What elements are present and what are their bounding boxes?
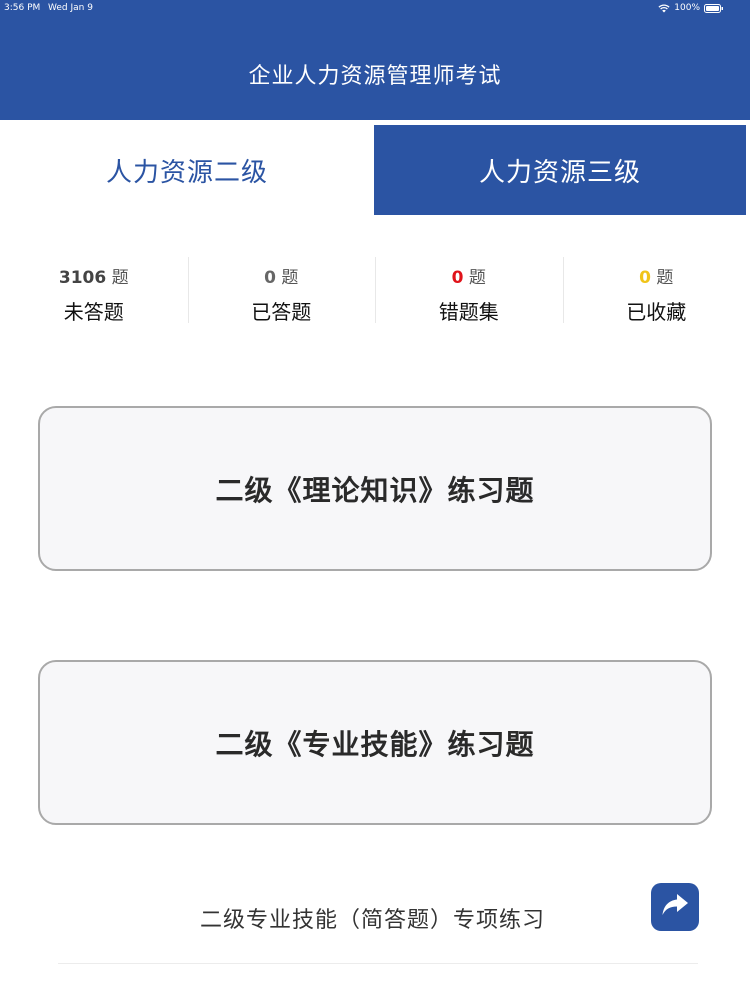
- stat-unit: 题: [468, 268, 486, 288]
- stat-count-line: 0 题: [375, 263, 563, 288]
- stat-label: 已收藏: [626, 300, 687, 324]
- special-practice-label: 二级专业技能（简答题）专项练习: [200, 908, 546, 933]
- page-title: 企业人力资源管理师考试: [248, 64, 502, 89]
- share-button[interactable]: [651, 883, 699, 931]
- share-arrow-icon: [660, 892, 690, 922]
- battery-icon: [704, 3, 724, 13]
- stat-label: 未答题: [63, 300, 124, 324]
- battery-percent: 100%: [674, 3, 700, 13]
- status-time: 3:56 PM: [4, 3, 41, 13]
- stat-unanswered[interactable]: 3106 题 未答题: [0, 255, 188, 325]
- stat-count: 3106: [58, 268, 107, 288]
- stat-unit: 题: [656, 268, 674, 288]
- stat-count-line: 0 题: [563, 263, 750, 288]
- stat-count-line: 3106 题: [0, 263, 188, 288]
- special-practice-item[interactable]: 二级专业技能（简答题）专项练习: [58, 880, 699, 964]
- status-date: Wed Jan 9: [48, 3, 93, 13]
- stat-count: 0: [264, 268, 276, 288]
- app-screen: 3:56 PM Wed Jan 9 100% 企业人力资源管理师考试 人力资源二…: [0, 0, 750, 1000]
- stat-count-line: 0 题: [188, 263, 376, 288]
- stats-row: 3106 题 未答题 0 题 已答题 0 题 错题集 0 题 已收藏: [0, 255, 750, 325]
- skills-practice-button[interactable]: 二级《专业技能》练习题: [38, 660, 712, 825]
- stat-unit: 题: [281, 268, 299, 288]
- stat-wrong-questions[interactable]: 0 题 错题集: [375, 255, 563, 325]
- stat-count: 0: [639, 268, 651, 288]
- wifi-icon: [658, 3, 670, 13]
- stat-unit: 题: [111, 268, 129, 288]
- tab-level-two[interactable]: 人力资源二级: [0, 125, 374, 215]
- stat-label: 错题集: [438, 300, 499, 324]
- tab-level-three[interactable]: 人力资源三级: [374, 125, 746, 215]
- stat-favorites[interactable]: 0 题 已收藏: [562, 255, 750, 325]
- header-bar: 3:56 PM Wed Jan 9 100% 企业人力资源管理师考试: [0, 0, 750, 120]
- status-indicators: 100%: [658, 1, 724, 15]
- stat-label: 已答题: [251, 300, 312, 324]
- stat-answered[interactable]: 0 题 已答题: [187, 255, 376, 325]
- status-bar: 3:56 PM Wed Jan 9 100%: [0, 0, 750, 16]
- theory-practice-button[interactable]: 二级《理论知识》练习题: [38, 406, 712, 571]
- stat-count: 0: [451, 268, 464, 288]
